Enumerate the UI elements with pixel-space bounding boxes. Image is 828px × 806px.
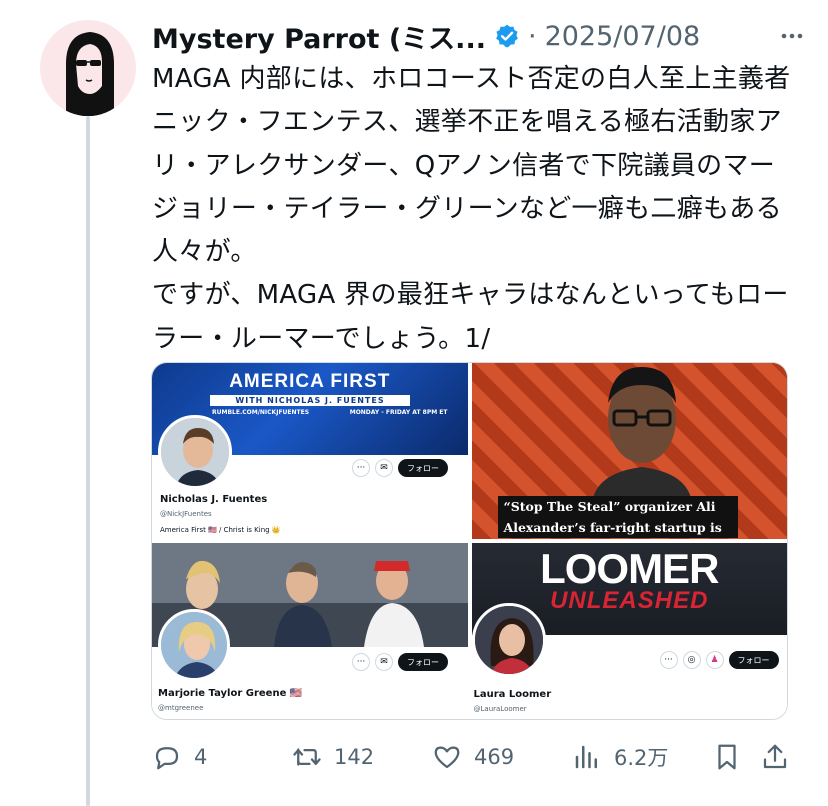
profile-name: Laura Loomer <box>473 689 552 700</box>
profile-bio: America First 🇺🇸 / Christ is King 👑 <box>160 526 281 534</box>
banner-title: AMERICA FIRST <box>229 371 391 392</box>
like-button[interactable]: 469 <box>432 742 572 772</box>
retweet-icon <box>293 748 321 766</box>
media-grid: AMERICA FIRST WITH NICHOLAS J. FUENTES R… <box>151 362 788 720</box>
media-image-loomer-profile[interactable]: LOOMER UNLEASHED ··· ◎ ♟ フォロー Laura Loom… <box>471 543 787 719</box>
follow-button[interactable]: フォロー <box>398 459 448 477</box>
banner-info-right: MONDAY - FRIDAY AT 8PM ET <box>349 409 448 416</box>
tweet-date[interactable]: 2025/07/08 <box>545 21 701 52</box>
share-icon <box>763 744 787 769</box>
profile-handle: @LauraLoomer <box>473 705 527 713</box>
article-caption-line: “Stop The Steal” organizer Ali <box>503 499 716 514</box>
banner-info: RUMBLE.COM/NICKJFUENTES MONDAY - FRIDAY … <box>212 409 448 416</box>
follow-button[interactable]: フォロー <box>728 651 779 669</box>
woman-with-sunglasses-icon <box>66 32 114 116</box>
banner-title: LOOMER <box>540 545 719 592</box>
tweet-text: MAGA 内部には、ホロコースト否定の白人至上主義者ニック・フエンテス、選挙不正… <box>152 58 792 361</box>
man-portrait-icon <box>161 418 229 486</box>
profile-actions: ··· ✉ フォロー <box>352 653 448 671</box>
views-button[interactable]: 6.2万 <box>572 742 712 772</box>
profile-actions: ··· ◎ ♟ フォロー <box>659 651 779 669</box>
banner-subtitle: WITH NICHOLAS J. FUENTES <box>210 395 410 406</box>
subscribe-icon[interactable]: ♟ <box>705 651 724 669</box>
grok-icon[interactable]: ◎ <box>682 651 701 669</box>
heart-icon <box>434 746 460 769</box>
tweet-action-bar: 4 142 469 6.2万 <box>152 733 792 781</box>
views-chart-icon <box>575 745 597 769</box>
tweet-paragraph: ですが、MAGA 界の最狂キャラはなんといってもローラー・ルーマーでしょう。1/ <box>152 280 789 354</box>
profile-avatar <box>158 609 230 681</box>
profile-actions: ··· ✉ フォロー <box>352 459 448 477</box>
author-avatar[interactable] <box>40 20 136 116</box>
woman-portrait-icon <box>474 606 543 674</box>
mail-icon[interactable]: ✉ <box>375 459 393 477</box>
reply-button[interactable]: 4 <box>152 742 292 772</box>
media-image-ali-alexander-article[interactable]: “Stop The Steal” organizer Ali Alexander… <box>471 363 787 539</box>
tweet-header: Mystery Parrot (ミス... · 2025/07/08 <box>152 14 812 58</box>
like-count: 469 <box>474 745 515 769</box>
article-caption: “Stop The Steal” organizer Ali Alexander… <box>497 496 738 538</box>
profile-more-button[interactable]: ··· <box>352 459 370 477</box>
woman-portrait-icon <box>161 612 227 678</box>
follow-button[interactable]: フォロー <box>398 653 448 671</box>
retweet-count: 142 <box>334 745 375 769</box>
profile-handle: @mtgreenee <box>158 704 204 712</box>
mail-icon[interactable]: ✉ <box>375 653 393 671</box>
profile-more-button[interactable]: ··· <box>352 653 370 671</box>
banner-info-left: RUMBLE.COM/NICKJFUENTES <box>212 409 310 416</box>
share-button[interactable] <box>760 742 792 772</box>
profile-more-button[interactable]: ··· <box>659 651 678 669</box>
profile-name: Marjorie Taylor Greene 🇺🇸 <box>158 688 303 699</box>
views-count: 6.2万 <box>614 746 669 770</box>
more-options-button[interactable] <box>772 16 812 56</box>
media-image-greene-profile[interactable]: ··· ✉ フォロー Marjorie Taylor Greene 🇺🇸 @mt… <box>152 543 468 719</box>
tweet-paragraph: MAGA 内部には、ホロコースト否定の白人至上主義者ニック・フエンテス、選挙不正… <box>152 64 791 268</box>
header-dot: · <box>527 20 537 52</box>
reply-count: 4 <box>194 745 208 769</box>
profile-avatar <box>158 415 232 489</box>
verified-badge-icon <box>494 23 520 49</box>
bookmark-button[interactable] <box>712 742 760 772</box>
media-image-fuentes-profile[interactable]: AMERICA FIRST WITH NICHOLAS J. FUENTES R… <box>152 363 468 539</box>
bookmark-icon <box>718 744 736 770</box>
profile-handle: @NickJFuentes <box>160 510 212 518</box>
man-with-glasses-portrait-icon <box>591 367 692 503</box>
article-caption-line: Alexander’s far-right startup is <box>503 520 722 535</box>
thread-line <box>86 116 90 806</box>
profile-name: Nicholas J. Fuentes <box>160 494 268 505</box>
more-dots-icon <box>781 33 803 39</box>
retweet-button[interactable]: 142 <box>292 742 432 772</box>
profile-avatar <box>471 603 546 677</box>
reply-icon <box>155 747 179 770</box>
author-display-name[interactable]: Mystery Parrot (ミス... <box>152 17 486 56</box>
